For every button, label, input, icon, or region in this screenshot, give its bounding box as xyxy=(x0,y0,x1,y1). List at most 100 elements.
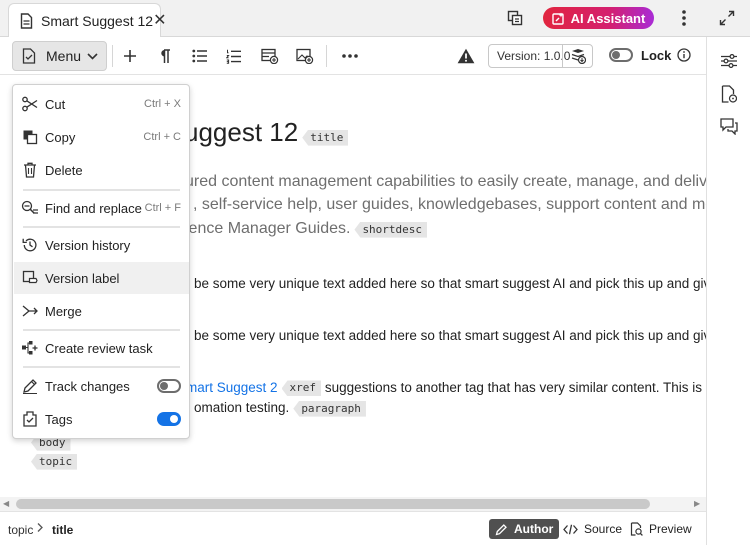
comments-icon[interactable] xyxy=(719,116,739,136)
scrollbar-thumb[interactable] xyxy=(16,499,650,509)
preview-mode-label: Preview xyxy=(649,522,692,536)
document-icon xyxy=(20,12,33,29)
source-code-icon xyxy=(563,524,578,535)
breadcrumb-title[interactable]: title xyxy=(52,523,73,537)
menu-item-label: Delete xyxy=(45,162,83,178)
menu-item-cut[interactable]: Cut Ctrl + X xyxy=(14,88,189,120)
topic-tag-line[interactable]: topic xyxy=(27,453,78,470)
numbered-list-icon[interactable] xyxy=(225,47,243,65)
expand-icon[interactable] xyxy=(718,9,736,27)
menu-divider xyxy=(23,329,180,331)
shortdesc-text[interactable]: ience Manager Guides. xyxy=(185,220,350,237)
duplicate-icon[interactable] xyxy=(506,9,524,27)
warning-icon[interactable] xyxy=(456,46,476,66)
menu-item-label: Find and replace xyxy=(45,200,142,216)
menu-doc-icon xyxy=(22,48,36,64)
horizontal-scrollbar[interactable]: ◀ ▶ xyxy=(0,497,706,511)
xref-tag[interactable]: xref xyxy=(281,380,322,397)
settings-sliders-icon[interactable] xyxy=(719,52,739,70)
menu-item-label: Version history xyxy=(45,237,131,253)
preview-mode-button[interactable]: Preview xyxy=(624,519,698,539)
history-icon xyxy=(21,237,39,253)
document-tab[interactable]: Smart Suggest 12 ✕ xyxy=(8,3,166,37)
tags-toggle[interactable] xyxy=(157,412,181,426)
copy-icon xyxy=(21,129,39,145)
menu-item-create-review-task[interactable]: Create review task xyxy=(14,332,189,364)
menu-divider xyxy=(23,189,180,191)
shortdesc-line-1[interactable]: ured content management capabilities to … xyxy=(185,173,706,191)
preview-icon xyxy=(630,522,643,536)
menu-item-label: Merge xyxy=(45,303,82,319)
lock-label: Lock xyxy=(641,48,672,63)
menu-item-track-changes[interactable]: Track changes xyxy=(14,370,189,402)
shortdesc-line-3[interactable]: ience Manager Guides. shortdesc xyxy=(185,220,428,238)
menu-item-copy[interactable]: Copy Ctrl + C xyxy=(14,121,189,153)
menu-item-delete[interactable]: Delete xyxy=(14,154,189,186)
insert-image-icon[interactable] xyxy=(295,47,315,65)
tab-bar: Smart Suggest 12 ✕ AI Assistant xyxy=(0,0,750,37)
author-mode-label: Author xyxy=(514,522,554,536)
insert-table-icon[interactable] xyxy=(260,47,280,65)
xref-link[interactable]: mart Suggest 2 xyxy=(186,380,278,395)
topic-tag[interactable]: topic xyxy=(31,453,78,470)
info-icon[interactable] xyxy=(676,47,692,63)
author-mode-button[interactable]: Author xyxy=(489,519,560,539)
menu-label: Menu xyxy=(46,48,82,64)
menu-item-label: Version label xyxy=(45,270,120,286)
breadcrumb-topic[interactable]: topic xyxy=(8,523,33,537)
title-tag[interactable]: title xyxy=(302,129,349,146)
track-changes-toggle[interactable] xyxy=(157,379,181,393)
topic-title[interactable]: uggest 12 xyxy=(184,117,298,147)
menu-item-label: Cut xyxy=(45,96,66,112)
more-vertical-icon[interactable] xyxy=(676,8,692,28)
menu-item-label: Create review task xyxy=(45,340,153,356)
menu-item-merge[interactable]: Merge xyxy=(14,295,189,327)
close-tab-icon[interactable]: ✕ xyxy=(153,12,166,29)
paragraph-3-text[interactable]: suggestions to another tag that has very… xyxy=(325,380,706,395)
paragraph-2[interactable]: be some very unique text added here so t… xyxy=(194,328,706,343)
lock-toggle[interactable] xyxy=(609,48,633,62)
ai-assistant-button[interactable]: AI Assistant xyxy=(543,7,654,29)
menu-item-find-replace[interactable]: Find and replace Ctrl + F xyxy=(14,192,189,224)
paragraph-tag[interactable]: paragraph xyxy=(293,400,366,417)
paragraph-3-line-1[interactable]: mart Suggest 2 xref suggestions to anothe… xyxy=(186,380,706,397)
save-version-icon[interactable] xyxy=(563,48,592,64)
file-properties-icon[interactable] xyxy=(719,84,739,104)
topic-title-line[interactable]: uggest 12 title xyxy=(184,117,349,148)
trash-icon xyxy=(21,162,39,178)
menu-divider xyxy=(23,366,180,368)
paragraph-3-line-2[interactable]: omation testing. paragraph xyxy=(194,400,366,417)
menu-item-version-history[interactable]: Version history xyxy=(14,229,189,261)
paragraph-icon[interactable] xyxy=(156,47,174,65)
more-horizontal-icon[interactable] xyxy=(341,47,359,65)
toolbar-divider xyxy=(326,45,327,67)
menu-item-label: Track changes xyxy=(45,378,130,394)
source-mode-button[interactable]: Source xyxy=(557,519,628,539)
menu-item-version-label[interactable]: Version label xyxy=(14,262,189,294)
merge-icon xyxy=(21,304,39,318)
source-mode-label: Source xyxy=(584,522,623,536)
menu-item-shortcut: Ctrl + C xyxy=(143,131,181,143)
menu-item-shortcut: Ctrl + X xyxy=(144,98,181,110)
paragraph-3-text-2[interactable]: omation testing. xyxy=(194,400,289,415)
scroll-right-arrow-icon[interactable]: ▶ xyxy=(694,499,700,508)
menu-button[interactable]: Menu xyxy=(12,41,107,71)
chevron-down-icon xyxy=(87,52,98,60)
ai-sparkle-icon xyxy=(551,12,565,25)
toolbar-divider xyxy=(112,45,113,67)
menu-item-tags[interactable]: Tags xyxy=(14,403,189,435)
insert-element-icon[interactable] xyxy=(121,47,139,65)
track-changes-icon xyxy=(21,378,39,394)
author-icon xyxy=(495,523,508,536)
scroll-left-arrow-icon[interactable]: ◀ xyxy=(3,499,9,508)
menu-item-label: Copy xyxy=(45,129,76,145)
paragraph-1[interactable]: be some very unique text added here so t… xyxy=(194,276,706,291)
shortdesc-line-2[interactable]: , self-service help, user guides, knowle… xyxy=(193,196,706,214)
editor-toolbar: Menu Version: 1.0.0 Lock xyxy=(0,37,706,75)
shortdesc-tag[interactable]: shortdesc xyxy=(354,221,428,238)
version-label-icon xyxy=(21,270,39,286)
ai-assistant-label: AI Assistant xyxy=(570,10,646,26)
bulleted-list-icon[interactable] xyxy=(191,47,209,65)
version-selector[interactable]: Version: 1.0.0 xyxy=(488,44,593,68)
menu-item-shortcut: Ctrl + F xyxy=(144,202,181,214)
